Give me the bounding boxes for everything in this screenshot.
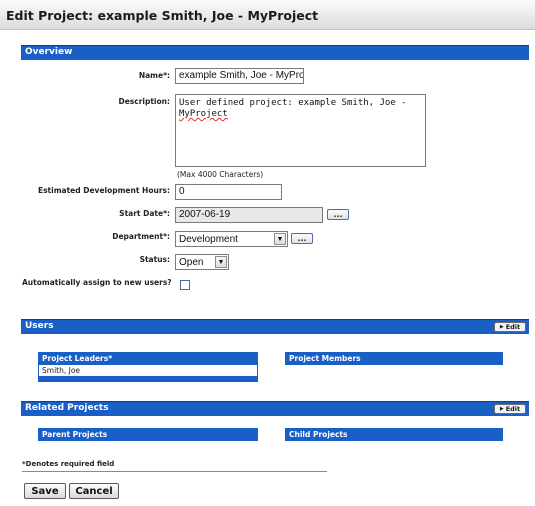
name-label: Name*:: [138, 71, 170, 80]
start-date-input[interactable]: 2007-06-19: [175, 207, 323, 223]
department-picker-button[interactable]: ...: [291, 233, 313, 244]
window-title: Edit Project: example Smith, Joe - MyPro…: [6, 8, 319, 23]
users-section-label: Users: [25, 321, 54, 331]
chevron-down-icon: ▼: [274, 233, 286, 245]
department-label: Department*:: [112, 232, 170, 241]
project-members-header: Project Members: [285, 352, 503, 365]
play-icon: ▶: [499, 406, 504, 412]
required-field-note: *Denotes required field: [22, 460, 115, 468]
description-max-note: (Max 4000 Characters): [177, 170, 264, 179]
overview-section-label: Overview: [25, 47, 73, 57]
start-date-label: Start Date*:: [119, 209, 170, 218]
parent-projects-header: Parent Projects: [38, 428, 258, 441]
status-select-value: Open: [179, 257, 204, 268]
project-leaders-list-footer: [38, 376, 258, 382]
window-titlebar: Edit Project: example Smith, Joe - MyPro…: [0, 0, 535, 30]
status-select[interactable]: Open ▼: [175, 254, 229, 270]
child-projects-header: Child Projects: [285, 428, 503, 441]
chevron-down-icon: ▼: [215, 256, 227, 268]
hours-label: Estimated Development Hours:: [37, 186, 170, 195]
department-select[interactable]: Development ▼: [175, 231, 288, 247]
description-textarea[interactable]: User defined project: example Smith, Joe…: [175, 94, 426, 167]
overview-section-header: Overview: [21, 45, 529, 60]
project-leaders-header: Project Leaders*: [38, 352, 258, 365]
description-line-2: MyProject: [179, 109, 228, 119]
related-projects-section-label: Related Projects: [25, 403, 109, 413]
users-edit-button[interactable]: ▶ Edit: [494, 322, 526, 332]
users-section-header: Users ▶ Edit: [21, 319, 529, 334]
cancel-button[interactable]: Cancel: [69, 483, 119, 499]
department-select-value: Development: [179, 234, 238, 245]
related-edit-label: Edit: [505, 405, 521, 413]
description-line-1: User defined project: example Smith, Joe…: [179, 98, 407, 108]
users-edit-label: Edit: [505, 323, 521, 331]
play-icon: ▶: [499, 324, 504, 330]
list-item[interactable]: Smith, Joe: [42, 366, 254, 375]
auto-assign-label: Automatically assign to new users?: [22, 278, 172, 287]
footer-divider: [22, 471, 327, 472]
save-button[interactable]: Save: [24, 483, 66, 499]
hours-input[interactable]: 0: [175, 184, 282, 200]
related-projects-section-header: Related Projects ▶ Edit: [21, 401, 529, 416]
description-label: Description:: [118, 97, 170, 106]
start-date-picker-button[interactable]: ...: [327, 209, 349, 220]
related-projects-edit-button[interactable]: ▶ Edit: [494, 404, 526, 414]
status-label: Status:: [139, 255, 170, 264]
auto-assign-checkbox[interactable]: [180, 280, 190, 290]
name-input[interactable]: example Smith, Joe - MyProje: [175, 68, 304, 84]
